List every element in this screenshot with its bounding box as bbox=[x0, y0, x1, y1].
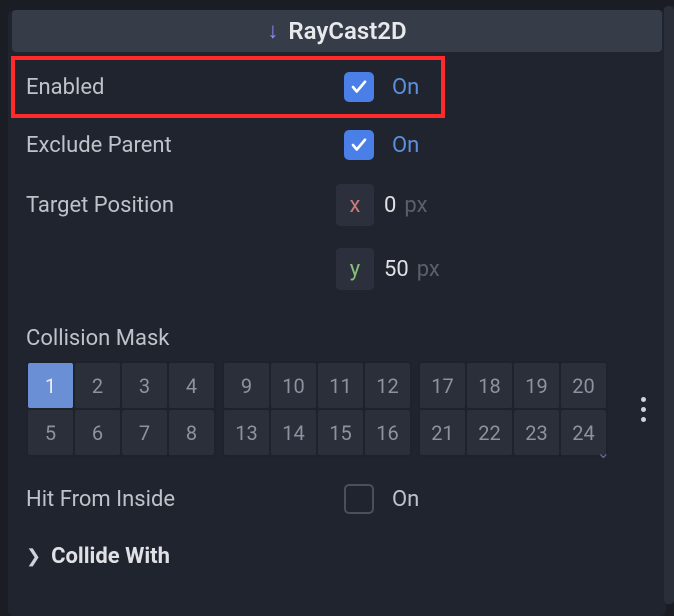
mask-layer-23[interactable]: 23 bbox=[514, 410, 559, 455]
mask-layer-11[interactable]: 11 bbox=[318, 363, 363, 408]
mask-layer-12[interactable]: 12 bbox=[365, 363, 410, 408]
hit-from-inside-on-text: On bbox=[392, 487, 419, 512]
mask-groups: 123456789101112131415161718192021222324 bbox=[26, 361, 608, 457]
mask-group: 1234 5678 bbox=[26, 361, 216, 457]
mask-layer-10[interactable]: 10 bbox=[271, 363, 316, 408]
mask-group: 1718192021222324 bbox=[418, 361, 608, 457]
enabled-on-text: On bbox=[392, 75, 419, 100]
target-position-label: Target Position bbox=[26, 193, 336, 218]
section-header[interactable]: ↓ RayCast2D bbox=[12, 10, 662, 52]
check-icon bbox=[350, 136, 368, 154]
mask-layer-2[interactable]: 2 bbox=[75, 363, 120, 408]
property-collide-with[interactable]: ❯ Collide With bbox=[8, 528, 666, 585]
expand-mask-icon[interactable]: ⌄ bbox=[597, 443, 610, 462]
chevron-right-icon: ❯ bbox=[26, 546, 41, 567]
mask-layer-21[interactable]: 21 bbox=[420, 410, 465, 455]
mask-layer-6[interactable]: 6 bbox=[75, 410, 120, 455]
mask-layer-13[interactable]: 13 bbox=[224, 410, 269, 455]
target-y-unit: px bbox=[417, 257, 440, 282]
exclude-parent-checkbox[interactable] bbox=[344, 130, 374, 160]
mask-layer-16[interactable]: 16 bbox=[365, 410, 410, 455]
mask-layer-5[interactable]: 5 bbox=[28, 410, 73, 455]
axis-x-badge: x bbox=[336, 184, 374, 226]
property-target-position-y: y 50 px bbox=[8, 232, 666, 304]
mask-layer-17[interactable]: 17 bbox=[420, 363, 465, 408]
mask-layer-14[interactable]: 14 bbox=[271, 410, 316, 455]
mask-controls bbox=[641, 397, 652, 422]
mask-layer-7[interactable]: 7 bbox=[122, 410, 167, 455]
mask-layer-20[interactable]: 20 bbox=[561, 363, 606, 408]
exclude-parent-on-text: On bbox=[392, 133, 419, 158]
property-target-position-x: Target Position x 0 px bbox=[8, 174, 666, 232]
collide-with-label: Collide With bbox=[51, 544, 648, 569]
property-exclude-parent: Exclude Parent On bbox=[8, 116, 666, 174]
check-icon bbox=[350, 78, 368, 96]
exclude-parent-label: Exclude Parent bbox=[26, 133, 336, 158]
collision-mask-label: Collision Mask bbox=[8, 304, 666, 361]
mask-layer-1[interactable]: 1 bbox=[28, 363, 73, 408]
mask-layer-22[interactable]: 22 bbox=[467, 410, 512, 455]
target-y-value[interactable]: 50 bbox=[384, 257, 409, 282]
hit-from-inside-label: Hit From Inside bbox=[26, 487, 336, 512]
mask-layer-15[interactable]: 15 bbox=[318, 410, 363, 455]
axis-y-badge: y bbox=[336, 248, 374, 290]
property-enabled: Enabled On bbox=[8, 52, 666, 116]
mask-group: 9101112 13141516 bbox=[222, 361, 412, 457]
mask-layer-9[interactable]: 9 bbox=[224, 363, 269, 408]
enabled-checkbox[interactable] bbox=[344, 72, 374, 102]
property-hit-from-inside: Hit From Inside On bbox=[8, 462, 666, 528]
mask-layer-19[interactable]: 19 bbox=[514, 363, 559, 408]
mask-layer-8[interactable]: 8 bbox=[169, 410, 214, 455]
mask-layer-4[interactable]: 4 bbox=[169, 363, 214, 408]
section-title: RayCast2D bbox=[288, 17, 406, 45]
mask-layer-18[interactable]: 18 bbox=[467, 363, 512, 408]
inspector-panel: ↓ RayCast2D Enabled On Exclude Parent On… bbox=[8, 10, 666, 616]
target-x-value[interactable]: 0 bbox=[384, 193, 396, 218]
mask-layer-3[interactable]: 3 bbox=[122, 363, 167, 408]
arrow-down-icon: ↓ bbox=[267, 18, 278, 44]
collision-mask-grid: 123456789101112131415161718192021222324 bbox=[8, 361, 666, 457]
hit-from-inside-checkbox[interactable] bbox=[344, 484, 374, 514]
scrollbar[interactable] bbox=[664, 6, 674, 604]
more-menu-icon[interactable] bbox=[641, 397, 646, 422]
enabled-label: Enabled bbox=[26, 75, 336, 100]
target-x-unit: px bbox=[404, 193, 427, 218]
